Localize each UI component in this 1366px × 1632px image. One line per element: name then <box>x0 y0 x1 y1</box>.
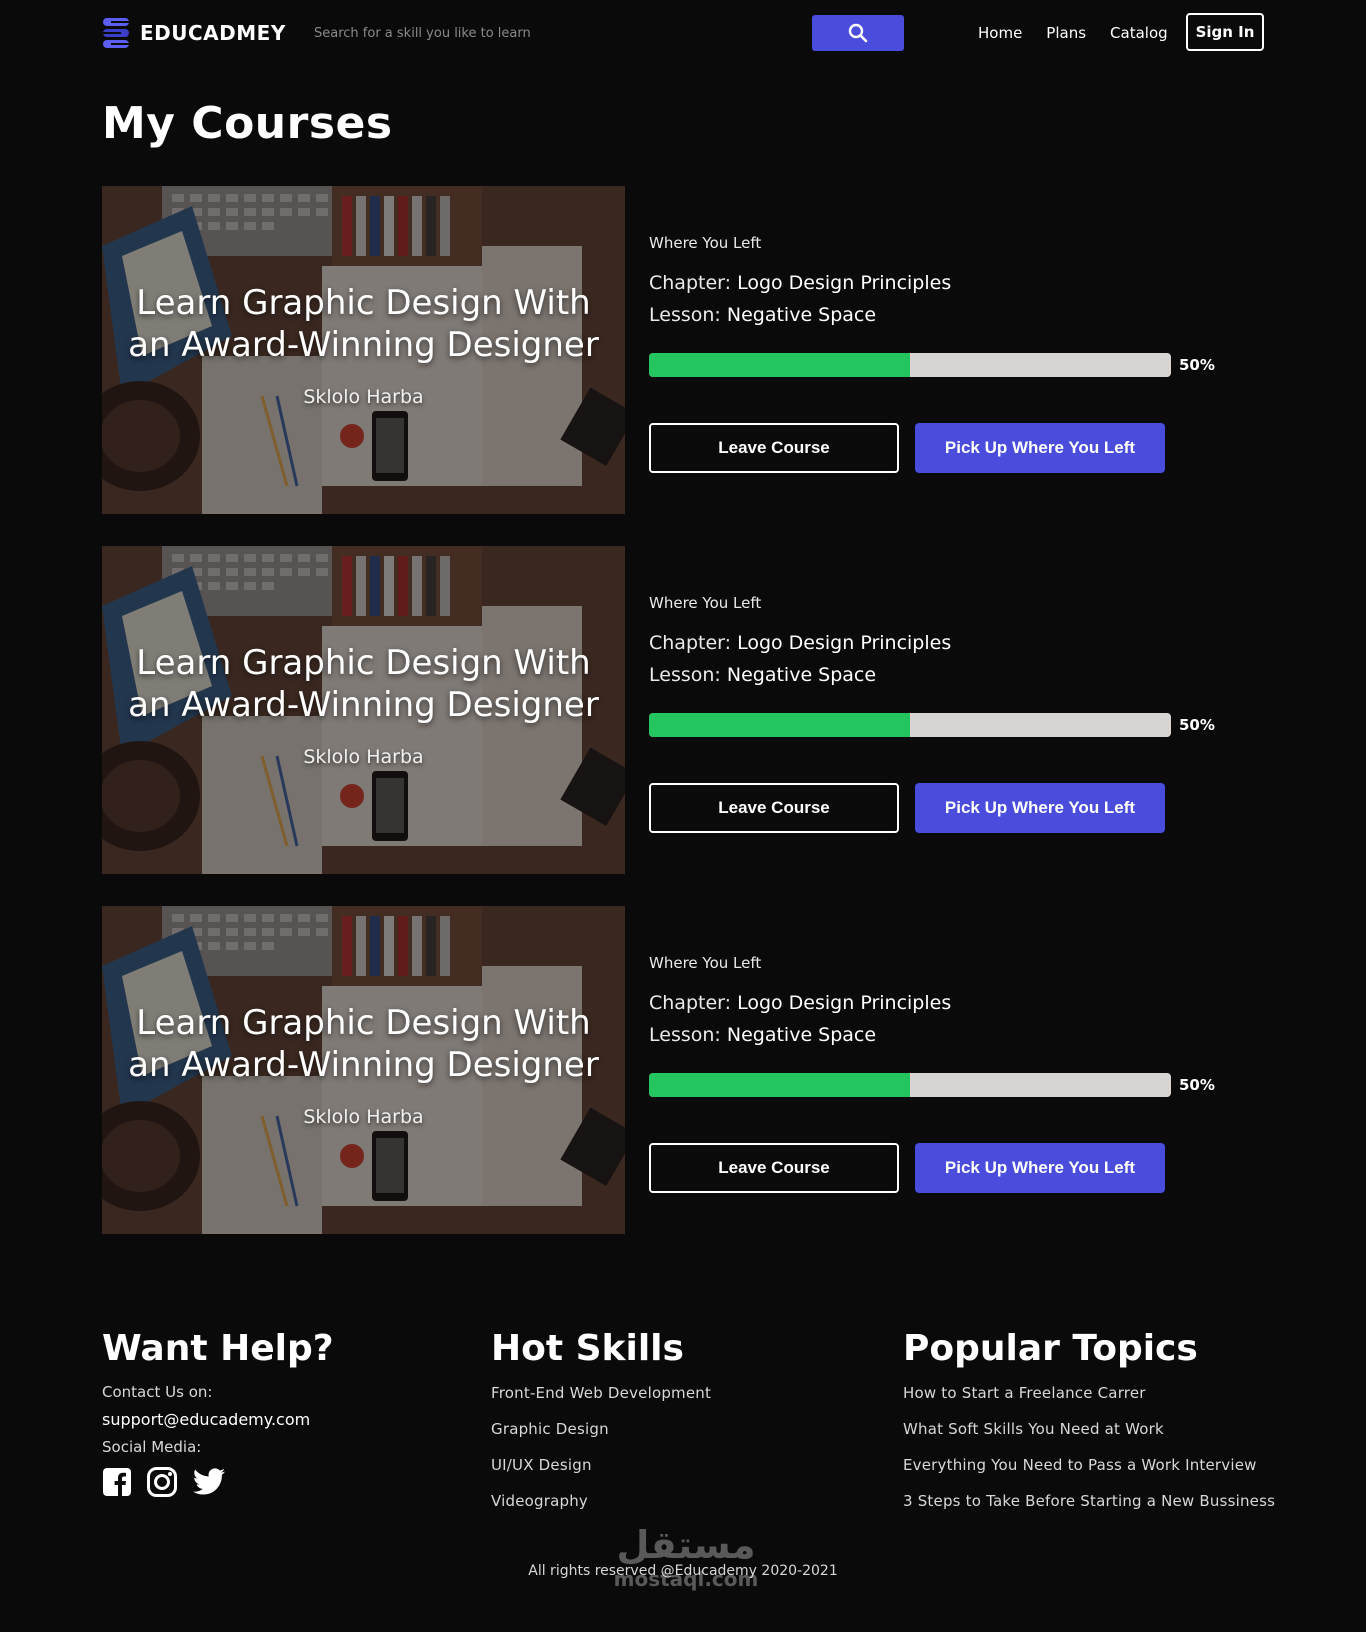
lesson-line: Lesson: Negative Space <box>649 664 877 686</box>
progress-fill <box>649 1073 910 1097</box>
course-card: Learn Graphic Design With an Award-Winni… <box>102 186 1262 514</box>
list-item: How to Start a Freelance Carrer <box>903 1383 1323 1402</box>
skill-link[interactable]: Videography <box>491 1492 588 1510</box>
contact-label: Contact Us on: <box>102 1383 213 1401</box>
support-email-link[interactable]: support@educademy.com <box>102 1410 442 1429</box>
lesson-value: Negative Space <box>726 664 877 686</box>
chapter-line: Chapter: Logo Design Principles <box>649 632 952 654</box>
list-item: Graphic Design <box>491 1419 851 1438</box>
list-item: Everything You Need to Pass a Work Inter… <box>903 1455 1323 1474</box>
social-links <box>102 1466 442 1498</box>
pick-up-button[interactable]: Pick Up Where You Left <box>915 423 1165 473</box>
stacked-s-logo-icon <box>103 18 129 48</box>
facebook-icon <box>103 1468 131 1496</box>
chapter-value: Logo Design Principles <box>737 272 952 294</box>
nav-links: Home Plans Catalog <box>978 14 1192 52</box>
where-you-left-label: Where You Left <box>649 234 762 252</box>
topic-link[interactable]: Everything You Need to Pass a Work Inter… <box>903 1456 1257 1474</box>
instagram-icon <box>147 1467 177 1497</box>
sign-in-button[interactable]: Sign In <box>1186 13 1264 51</box>
course-author: Sklolo Harba <box>303 1106 424 1128</box>
course-progress-panel: Where You Left Chapter: Logo Design Prin… <box>649 186 1249 514</box>
progress-fill <box>649 713 910 737</box>
chapter-line: Chapter: Logo Design Principles <box>649 272 952 294</box>
leave-course-button[interactable]: Leave Course <box>649 1143 899 1193</box>
nav-link-catalog[interactable]: Catalog <box>1110 24 1168 42</box>
lesson-line: Lesson: Negative Space <box>649 1024 877 1046</box>
list-item: UI/UX Design <box>491 1455 851 1474</box>
where-you-left-label: Where You Left <box>649 954 762 972</box>
topic-link[interactable]: What Soft Skills You Need at Work <box>903 1420 1164 1438</box>
footer-skills-column: Hot Skills Front-End Web Development Gra… <box>491 1328 851 1527</box>
popular-topics-list: How to Start a Freelance Carrer What Sof… <box>903 1383 1323 1510</box>
skill-link[interactable]: Graphic Design <box>491 1420 609 1438</box>
footer-skills-heading: Hot Skills <box>491 1328 684 1369</box>
where-you-left-label: Where You Left <box>649 594 762 612</box>
skill-link[interactable]: UI/UX Design <box>491 1456 592 1474</box>
lesson-line: Lesson: Negative Space <box>649 304 877 326</box>
search-button[interactable] <box>812 15 904 51</box>
progress-percent: 50% <box>1179 716 1215 734</box>
instagram-link[interactable] <box>146 1466 178 1498</box>
topic-link[interactable]: 3 Steps to Take Before Starting a New Bu… <box>903 1492 1275 1510</box>
skill-link[interactable]: Front-End Web Development <box>491 1384 711 1402</box>
chapter-value: Logo Design Principles <box>737 992 952 1014</box>
social-media-label: Social Media: <box>102 1438 202 1456</box>
chapter-value: Logo Design Principles <box>737 632 952 654</box>
mostaql-watermark-logo: مستقل mostaql.com <box>614 1523 759 1591</box>
brand-logo[interactable]: EDUCADMEY <box>102 16 286 50</box>
course-progress-panel: Where You Left Chapter: Logo Design Prin… <box>649 546 1249 874</box>
top-navbar: EDUCADMEY Home Plans Catalog Sign In <box>0 0 1366 66</box>
course-thumbnail[interactable]: Learn Graphic Design With an Award-Winni… <box>102 546 625 874</box>
course-title: Learn Graphic Design With an Award-Winni… <box>128 283 599 365</box>
twitter-link[interactable] <box>192 1467 226 1497</box>
brand-name: EDUCADMEY <box>140 21 286 45</box>
course-title: Learn Graphic Design With an Award-Winni… <box>128 1003 599 1085</box>
course-title: Learn Graphic Design With an Award-Winni… <box>128 643 599 725</box>
course-progress-panel: Where You Left Chapter: Logo Design Prin… <box>649 906 1249 1234</box>
pick-up-button[interactable]: Pick Up Where You Left <box>915 783 1165 833</box>
chapter-line: Chapter: Logo Design Principles <box>649 992 952 1014</box>
course-thumbnail[interactable]: Learn Graphic Design With an Award-Winni… <box>102 906 625 1234</box>
facebook-link[interactable] <box>102 1467 132 1497</box>
lesson-value: Negative Space <box>726 304 877 326</box>
nav-link-home[interactable]: Home <box>978 24 1022 42</box>
leave-course-button[interactable]: Leave Course <box>649 423 899 473</box>
footer-topics-heading: Popular Topics <box>903 1328 1198 1369</box>
hot-skills-list: Front-End Web Development Graphic Design… <box>491 1383 851 1510</box>
copyright-text: All rights reserved @Educademy 2020-2021 <box>528 1563 838 1579</box>
course-card: Learn Graphic Design With an Award-Winni… <box>102 546 1262 874</box>
twitter-icon <box>193 1468 225 1495</box>
list-item: Front-End Web Development <box>491 1383 851 1402</box>
footer-topics-column: Popular Topics How to Start a Freelance … <box>903 1328 1323 1527</box>
list-item: What Soft Skills You Need at Work <box>903 1419 1323 1438</box>
lesson-value: Negative Space <box>726 1024 877 1046</box>
pick-up-button[interactable]: Pick Up Where You Left <box>915 1143 1165 1193</box>
leave-course-button[interactable]: Leave Course <box>649 783 899 833</box>
search-icon <box>848 23 868 43</box>
course-author: Sklolo Harba <box>303 746 424 768</box>
footer-help-heading: Want Help? <box>102 1328 334 1369</box>
footer-help-column: Want Help? Contact Us on: support@educad… <box>102 1328 442 1498</box>
course-author: Sklolo Harba <box>303 386 424 408</box>
course-thumbnail[interactable]: Learn Graphic Design With an Award-Winni… <box>102 186 625 514</box>
progress-bar <box>649 1073 1171 1097</box>
course-card: Learn Graphic Design With an Award-Winni… <box>102 906 1262 1234</box>
progress-bar <box>649 713 1171 737</box>
progress-fill <box>649 353 910 377</box>
progress-percent: 50% <box>1179 356 1215 374</box>
list-item: 3 Steps to Take Before Starting a New Bu… <box>903 1491 1323 1510</box>
topic-link[interactable]: How to Start a Freelance Carrer <box>903 1384 1146 1402</box>
progress-bar <box>649 353 1171 377</box>
nav-link-plans[interactable]: Plans <box>1046 24 1086 42</box>
page-title: My Courses <box>102 98 393 149</box>
list-item: Videography <box>491 1491 851 1510</box>
svg-text:مستقل: مستقل <box>617 1523 756 1567</box>
progress-percent: 50% <box>1179 1076 1215 1094</box>
search-input[interactable] <box>314 16 804 50</box>
